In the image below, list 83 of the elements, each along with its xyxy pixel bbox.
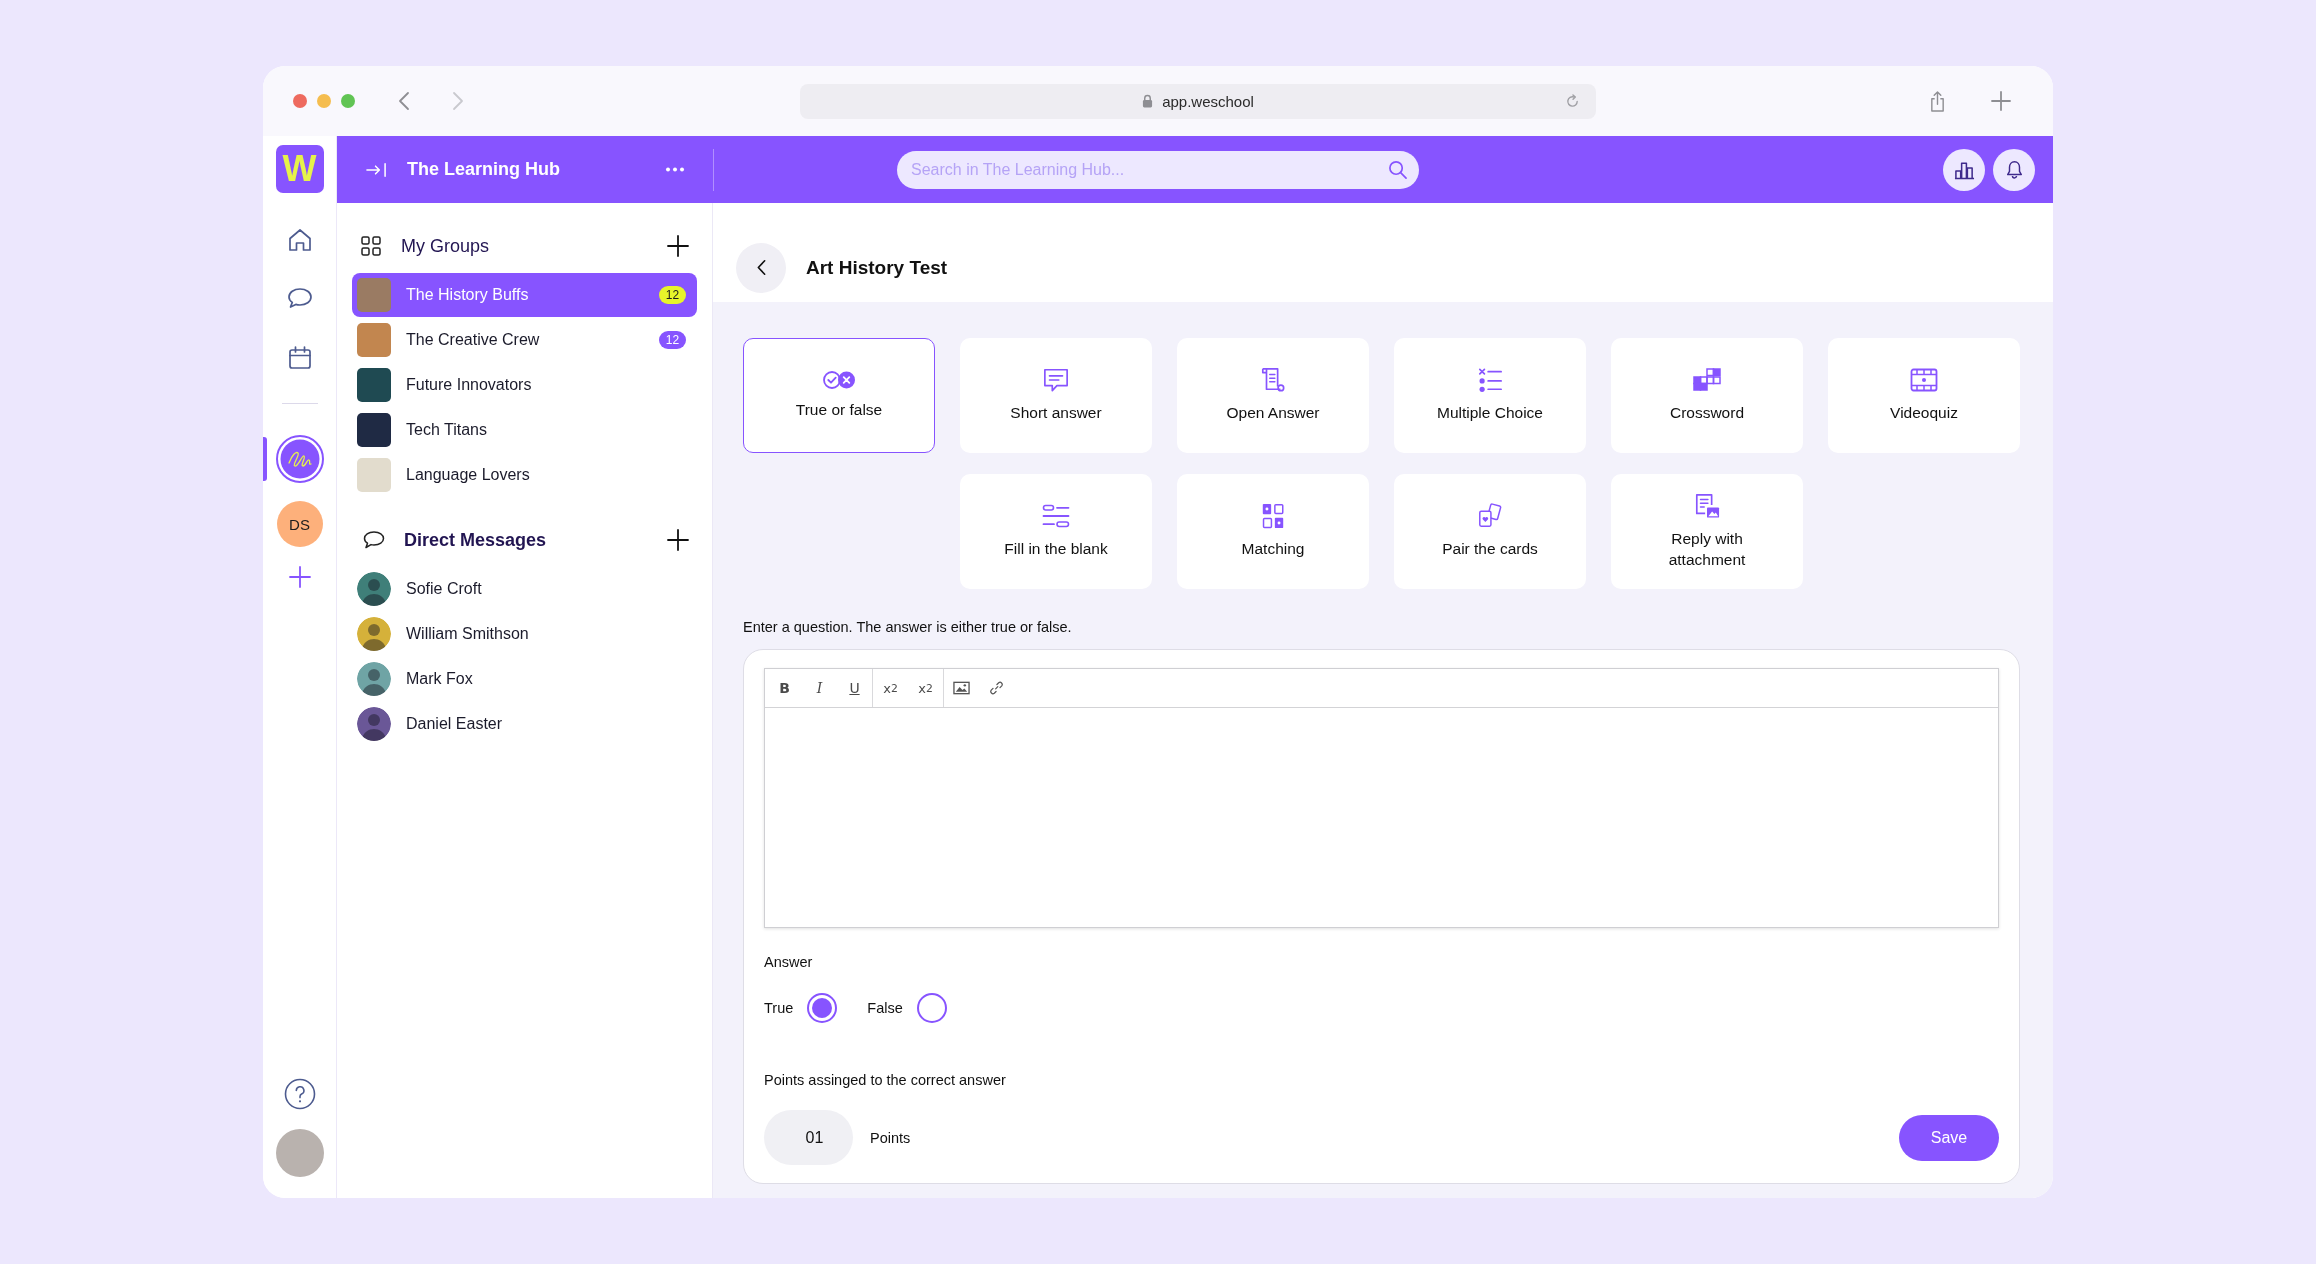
add-icon[interactable] [667, 529, 689, 551]
check-and-cross-icon [822, 370, 856, 391]
avatar-icon [357, 707, 391, 741]
contact-item[interactable]: Daniel Easter [352, 702, 697, 746]
window-close-dot-icon[interactable] [293, 94, 307, 108]
italic-button[interactable]: I [802, 669, 837, 707]
address-bar[interactable]: app.weschool [800, 83, 1596, 119]
question-type-card[interactable]: Open Answer [1177, 338, 1369, 453]
contact-item[interactable]: William Smithson [352, 612, 697, 656]
unread-count-badge: 12 [659, 286, 686, 304]
more-icon[interactable] [665, 167, 685, 172]
question-type-card[interactable]: Matching [1177, 474, 1369, 589]
photo-placeholder [357, 278, 391, 312]
add-icon[interactable] [667, 235, 689, 257]
points-field[interactable]: 01 [764, 1110, 853, 1165]
window-zoom-dot-icon[interactable] [341, 94, 355, 108]
question-type-card[interactable]: Pair the cards [1394, 474, 1586, 589]
active-indicator [263, 437, 267, 481]
avatar-icon [357, 572, 391, 606]
link-icon [988, 681, 1005, 695]
photo-placeholder [357, 323, 391, 357]
section-title: Direct Messages [404, 529, 548, 551]
lock-icon [1142, 94, 1154, 108]
underline-button[interactable]: U [837, 669, 872, 707]
option-label: False [867, 1000, 903, 1016]
notifications-button[interactable] [1993, 148, 2035, 191]
group-item[interactable]: The History Buffs 12 [352, 273, 697, 317]
question-type-card[interactable]: Short answer [960, 338, 1152, 453]
radio-button[interactable] [807, 993, 838, 1023]
group-item[interactable]: The Creative Crew 12 [352, 318, 697, 362]
contact-item[interactable]: Sofie Croft [352, 567, 697, 611]
bold-button[interactable]: B [767, 669, 802, 707]
share-icon[interactable] [1929, 90, 1946, 112]
points-label: Points assinged to the correct answer [764, 1071, 1007, 1090]
url-text: app.weschool [1162, 92, 1254, 110]
question-type-card[interactable]: Videoquiz [1828, 338, 2020, 453]
answer-label: Answer [764, 953, 814, 972]
grid-icon [361, 236, 381, 256]
question-type-card[interactable]: Fill in the blank [960, 474, 1152, 589]
photo-placeholder [357, 413, 391, 447]
film-frame-icon [1910, 367, 1938, 394]
app-logo[interactable]: W [275, 145, 324, 193]
text-lines-icon [1042, 503, 1070, 530]
option-label: True [764, 1000, 794, 1016]
scribble-avatar-icon[interactable] [275, 435, 324, 483]
instruction-text: Enter a question. The answer is either true or false. [743, 618, 1073, 636]
space-title: The Learning Hub [407, 159, 561, 180]
contact-item[interactable]: Mark Fox [352, 657, 697, 701]
search-field[interactable]: Search in The Learning Hub... [897, 150, 1419, 189]
chevron-left-icon [756, 259, 766, 276]
crossword-grid-icon [1693, 367, 1721, 394]
question-type-card[interactable]: True or false [743, 338, 935, 453]
unread-count-badge: 12 [659, 331, 686, 349]
group-item[interactable]: Language Lovers [352, 453, 697, 497]
radio-button[interactable] [916, 993, 947, 1023]
points-unit: Points [870, 1129, 911, 1146]
playing-cards-icon [1476, 503, 1504, 530]
arrow-to-bar-icon[interactable] [366, 161, 387, 178]
group-item[interactable]: Tech Titans [352, 408, 697, 452]
photo-placeholder [357, 458, 391, 492]
checklist-icon [1476, 367, 1504, 394]
initials-avatar[interactable]: DS [276, 501, 323, 547]
scroll-icon [1259, 367, 1287, 394]
window-minimize-dot-icon[interactable] [317, 94, 331, 108]
document-with-image-icon [1693, 493, 1721, 520]
help-icon[interactable] [283, 1078, 316, 1110]
search-icon[interactable] [1388, 159, 1407, 179]
avatar-icon [357, 617, 391, 651]
chevron-left-icon[interactable] [398, 91, 410, 111]
photo-placeholder [357, 368, 391, 402]
avatar-icon [357, 662, 391, 696]
section-title: My Groups [401, 235, 491, 257]
save-button[interactable]: Save [1899, 1114, 1999, 1161]
question-type-card[interactable]: Crossword [1611, 338, 1803, 453]
group-item[interactable]: Future Innovators [352, 363, 697, 407]
question-type-card[interactable]: Reply with attachment [1611, 474, 1803, 589]
image-icon [953, 681, 970, 695]
page-title: Art History Test [806, 256, 948, 279]
question-type-card[interactable]: Multiple Choice [1394, 338, 1586, 453]
stats-button[interactable] [1943, 148, 1985, 191]
chat-icon [363, 530, 385, 550]
plus-icon[interactable] [1991, 91, 2011, 111]
speech-bubble-icon [1042, 367, 1070, 394]
